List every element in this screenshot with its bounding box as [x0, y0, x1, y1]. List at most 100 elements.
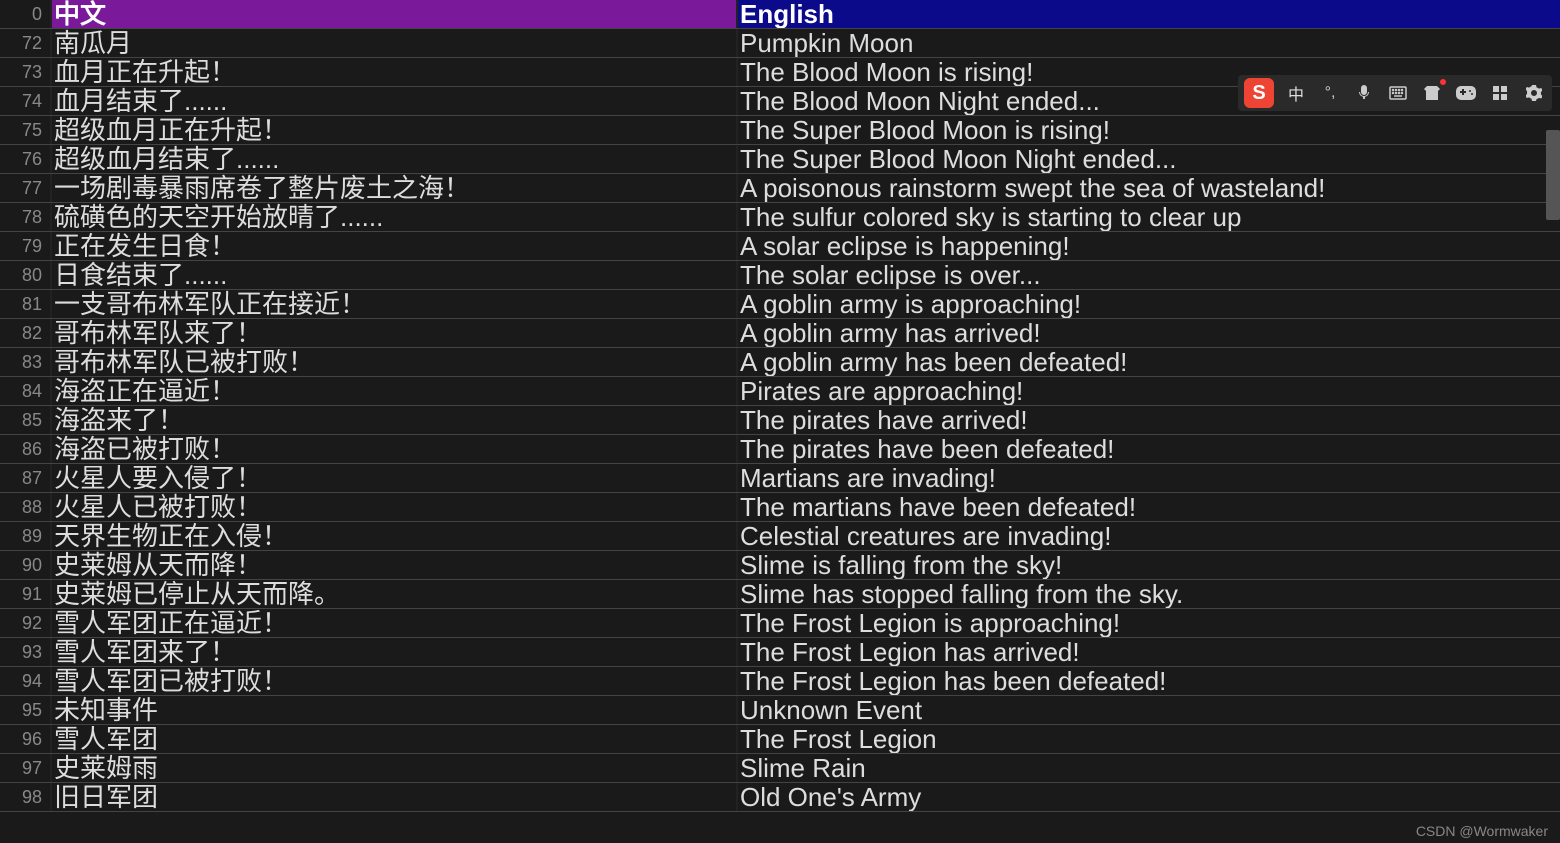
row-number[interactable]: 85 — [0, 406, 52, 434]
grid-apps-icon[interactable] — [1488, 81, 1512, 105]
table-row[interactable]: 92雪人军团正在逼近！The Frost Legion is approachi… — [0, 609, 1560, 638]
cell-chinese[interactable]: 海盗正在逼近！ — [52, 377, 738, 405]
row-number[interactable]: 97 — [0, 754, 52, 782]
cell-chinese[interactable]: 超级血月正在升起！ — [52, 116, 738, 144]
row-number[interactable]: 81 — [0, 290, 52, 318]
keyboard-icon[interactable] — [1386, 81, 1410, 105]
row-number[interactable]: 87 — [0, 464, 52, 492]
row-number[interactable]: 86 — [0, 435, 52, 463]
cell-english[interactable]: A goblin army is approaching! — [738, 290, 1560, 318]
cell-chinese[interactable]: 海盗来了！ — [52, 406, 738, 434]
cell-english[interactable]: The Frost Legion — [738, 725, 1560, 753]
row-number[interactable]: 72 — [0, 29, 52, 57]
table-row[interactable]: 80日食结束了......The solar eclipse is over..… — [0, 261, 1560, 290]
column-header-chinese[interactable]: 中文 — [52, 0, 738, 28]
ime-toolbar[interactable]: S 中 °, — [1238, 75, 1552, 111]
language-indicator[interactable]: 中 — [1284, 81, 1308, 105]
table-row[interactable]: 86海盗已被打败！The pirates have been defeated! — [0, 435, 1560, 464]
cell-chinese[interactable]: 雪人军团 — [52, 725, 738, 753]
cell-chinese[interactable]: 海盗已被打败！ — [52, 435, 738, 463]
skin-icon[interactable] — [1420, 81, 1444, 105]
table-row[interactable]: 83哥布林军队已被打败！A goblin army has been defea… — [0, 348, 1560, 377]
cell-chinese[interactable]: 一支哥布林军队正在接近！ — [52, 290, 738, 318]
table-row[interactable]: 88火星人已被打败！The martians have been defeate… — [0, 493, 1560, 522]
table-row[interactable]: 91史莱姆已停止从天而降。Slime has stopped falling f… — [0, 580, 1560, 609]
cell-chinese[interactable]: 超级血月结束了...... — [52, 145, 738, 173]
cell-chinese[interactable]: 史莱姆从天而降！ — [52, 551, 738, 579]
cell-english[interactable]: Pirates are approaching! — [738, 377, 1560, 405]
cell-english[interactable]: The pirates have arrived! — [738, 406, 1560, 434]
cell-chinese[interactable]: 未知事件 — [52, 696, 738, 724]
table-row[interactable]: 94雪人军团已被打败！The Frost Legion has been def… — [0, 667, 1560, 696]
row-number[interactable]: 98 — [0, 783, 52, 811]
row-number[interactable]: 96 — [0, 725, 52, 753]
row-number[interactable]: 80 — [0, 261, 52, 289]
cell-chinese[interactable]: 哥布林军队已被打败！ — [52, 348, 738, 376]
cell-chinese[interactable]: 雪人军团已被打败！ — [52, 667, 738, 695]
cell-chinese[interactable]: 日食结束了...... — [52, 261, 738, 289]
cell-chinese[interactable]: 旧日军团 — [52, 783, 738, 811]
cell-english[interactable]: The martians have been defeated! — [738, 493, 1560, 521]
table-row[interactable]: 82哥布林军队来了！A goblin army has arrived! — [0, 319, 1560, 348]
table-row[interactable]: 85海盗来了！The pirates have arrived! — [0, 406, 1560, 435]
table-row[interactable]: 96雪人军团The Frost Legion — [0, 725, 1560, 754]
table-row[interactable]: 98旧日军团Old One's Army — [0, 783, 1560, 812]
table-row[interactable]: 76超级血月结束了......The Super Blood Moon Nigh… — [0, 145, 1560, 174]
cell-english[interactable]: Slime Rain — [738, 754, 1560, 782]
cell-chinese[interactable]: 正在发生日食！ — [52, 232, 738, 260]
cell-chinese[interactable]: 天界生物正在入侵！ — [52, 522, 738, 550]
row-number[interactable]: 92 — [0, 609, 52, 637]
table-row[interactable]: 87火星人要入侵了！Martians are invading! — [0, 464, 1560, 493]
table-row[interactable]: 90史莱姆从天而降！Slime is falling from the sky! — [0, 551, 1560, 580]
punctuation-icon[interactable]: °, — [1318, 81, 1342, 105]
row-number[interactable]: 83 — [0, 348, 52, 376]
cell-english[interactable]: The Super Blood Moon is rising! — [738, 116, 1560, 144]
game-controller-icon[interactable] — [1454, 81, 1478, 105]
cell-english[interactable]: The pirates have been defeated! — [738, 435, 1560, 463]
cell-english[interactable]: The solar eclipse is over... — [738, 261, 1560, 289]
cell-chinese[interactable]: 南瓜月 — [52, 29, 738, 57]
cell-english[interactable]: A solar eclipse is happening! — [738, 232, 1560, 260]
cell-chinese[interactable]: 硫磺色的天空开始放晴了...... — [52, 203, 738, 231]
cell-english[interactable]: A poisonous rainstorm swept the sea of w… — [738, 174, 1560, 202]
cell-chinese[interactable]: 血月结束了...... — [52, 87, 738, 115]
row-number[interactable]: 75 — [0, 116, 52, 144]
cell-english[interactable]: The Frost Legion has arrived! — [738, 638, 1560, 666]
table-row[interactable]: 95未知事件Unknown Event — [0, 696, 1560, 725]
cell-english[interactable]: Pumpkin Moon — [738, 29, 1560, 57]
settings-gear-icon[interactable] — [1522, 81, 1546, 105]
cell-chinese[interactable]: 雪人军团来了！ — [52, 638, 738, 666]
cell-chinese[interactable]: 史莱姆已停止从天而降。 — [52, 580, 738, 608]
row-number[interactable]: 94 — [0, 667, 52, 695]
row-number[interactable]: 82 — [0, 319, 52, 347]
table-row[interactable]: 78硫磺色的天空开始放晴了......The sulfur colored sk… — [0, 203, 1560, 232]
table-row[interactable]: 81一支哥布林军队正在接近！A goblin army is approachi… — [0, 290, 1560, 319]
cell-english[interactable]: A goblin army has been defeated! — [738, 348, 1560, 376]
cell-chinese[interactable]: 雪人军团正在逼近！ — [52, 609, 738, 637]
cell-english[interactable]: Slime has stopped falling from the sky. — [738, 580, 1560, 608]
row-number[interactable]: 73 — [0, 58, 52, 86]
row-number-header[interactable]: 0 — [0, 0, 52, 28]
microphone-icon[interactable] — [1352, 81, 1376, 105]
row-number[interactable]: 89 — [0, 522, 52, 550]
cell-english[interactable]: Old One's Army — [738, 783, 1560, 811]
cell-english[interactable]: The Super Blood Moon Night ended... — [738, 145, 1560, 173]
cell-chinese[interactable]: 史莱姆雨 — [52, 754, 738, 782]
row-number[interactable]: 84 — [0, 377, 52, 405]
row-number[interactable]: 78 — [0, 203, 52, 231]
cell-english[interactable]: Celestial creatures are invading! — [738, 522, 1560, 550]
cell-english[interactable]: The sulfur colored sky is starting to cl… — [738, 203, 1560, 231]
row-number[interactable]: 91 — [0, 580, 52, 608]
cell-chinese[interactable]: 火星人要入侵了！ — [52, 464, 738, 492]
cell-chinese[interactable]: 一场剧毒暴雨席卷了整片废土之海！ — [52, 174, 738, 202]
row-number[interactable]: 74 — [0, 87, 52, 115]
cell-english[interactable]: The Frost Legion is approaching! — [738, 609, 1560, 637]
cell-english[interactable]: Martians are invading! — [738, 464, 1560, 492]
table-row[interactable]: 97史莱姆雨Slime Rain — [0, 754, 1560, 783]
cell-chinese[interactable]: 哥布林军队来了！ — [52, 319, 738, 347]
cell-english[interactable]: The Frost Legion has been defeated! — [738, 667, 1560, 695]
sogou-ime-icon[interactable]: S — [1244, 78, 1274, 108]
table-row[interactable]: 72南瓜月Pumpkin Moon — [0, 29, 1560, 58]
row-number[interactable]: 76 — [0, 145, 52, 173]
table-row[interactable]: 84海盗正在逼近！Pirates are approaching! — [0, 377, 1560, 406]
